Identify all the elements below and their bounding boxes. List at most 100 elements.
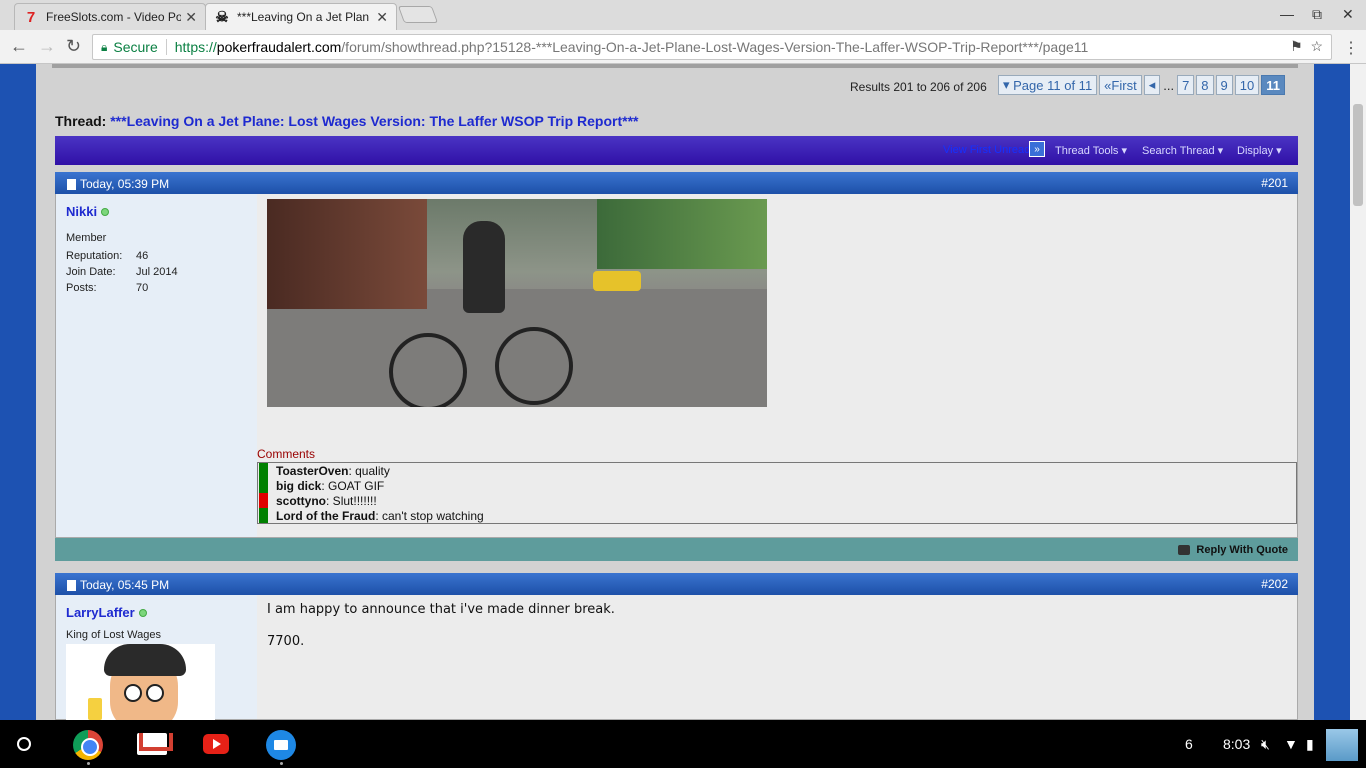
address-bar[interactable]: 🔒︎ Secure https:// pokerfraudalert.com /… [92, 34, 1332, 60]
thread-tools-bar: View First Unread » Thread Tools ▾ Searc… [55, 136, 1298, 165]
post-text: I am happy to announce that i've made di… [267, 602, 615, 617]
reply-with-quote-button[interactable]: Reply With Quote [1178, 544, 1288, 556]
current-page: 11 [1261, 75, 1285, 95]
avatar [66, 644, 215, 720]
page-link-9[interactable]: 9 [1215, 75, 1233, 95]
post-number-link[interactable]: #201 [1261, 176, 1288, 190]
post-icon [67, 579, 76, 591]
post-date: Today, 05:45 PM [67, 578, 169, 592]
bookmark-star-icon[interactable]: ⚑ ☆ [1290, 38, 1323, 55]
comment-item: ToasterOven: quality [258, 463, 1296, 478]
user-info: Nikki Member Reputation: 46 Join Date: Jul… [56, 194, 257, 537]
post-date: Today, 05:39 PM [67, 177, 169, 191]
first-page-link[interactable]: «First [1099, 75, 1142, 95]
close-window-icon[interactable]: ✕ [1342, 6, 1354, 23]
tab-title: ***Leaving On a Jet Plan [237, 10, 370, 24]
user-stat: Reputation: 46 [66, 250, 149, 262]
clock[interactable]: 8:03 [1223, 736, 1250, 752]
tab-thread[interactable]: ☠ ***Leaving On a Jet Plan ✕ [205, 3, 397, 30]
post-body: Nikki Member Reputation: 46 Join Date: Jul… [55, 194, 1298, 538]
post-text: 7700. [267, 634, 305, 649]
thread-tools-menu[interactable]: Thread Tools ▾ [1055, 144, 1127, 157]
next-unread-icon[interactable]: » [1029, 141, 1045, 157]
username-link[interactable]: LarryLaffer [66, 605, 147, 620]
close-icon[interactable]: ✕ [185, 9, 197, 26]
youtube-icon[interactable] [203, 734, 229, 754]
prev-page-link[interactable]: ◂ [1143, 75, 1161, 95]
page-link-10[interactable]: 10 [1234, 75, 1260, 95]
page-scrollbar[interactable] [1350, 64, 1366, 720]
user-title: Member [66, 232, 107, 244]
thread-prefix: Thread: [55, 113, 107, 129]
notification-count[interactable]: 6 [1185, 736, 1193, 752]
wifi-icon[interactable]: ▼ [1284, 736, 1298, 752]
page-link-8[interactable]: 8 [1196, 75, 1214, 95]
cyclist-gif-image [267, 199, 767, 407]
user-info: LarryLaffer King of Lost Wages [56, 595, 257, 720]
launcher-icon[interactable] [17, 737, 31, 751]
page-dropdown[interactable]: ▾ Page 11 of 11 [998, 75, 1098, 95]
thread-title-link[interactable]: ***Leaving On a Jet Plane: Lost Wages Ve… [110, 113, 638, 129]
forward-icon[interactable]: → [38, 36, 56, 57]
reload-icon[interactable]: ↻ [66, 36, 81, 57]
pager-ellipsis: ... [1163, 77, 1175, 93]
divider [52, 64, 1298, 68]
running-indicator [280, 762, 283, 765]
user-avatar[interactable] [1326, 729, 1358, 761]
maximize-icon[interactable]: ⧉ [1312, 6, 1322, 23]
gmail-icon[interactable] [137, 733, 173, 755]
comments-list: ToasterOven: quality big dick: GOAT GIF … [257, 462, 1297, 524]
forum-content: Results 201 to 206 of 206 ▾ Page 11 of 1… [36, 64, 1314, 720]
back-icon[interactable]: ← [10, 36, 28, 57]
slot-seven-icon: 7 [26, 8, 36, 26]
online-status-icon [101, 207, 110, 216]
comment-item: big dick: GOAT GIF [258, 478, 1296, 493]
skull-icon: ☠ [215, 9, 229, 26]
menu-icon[interactable]: ⋮ [1343, 38, 1359, 58]
os-shelf: 6 8:03 🔇︎ ▼ ▮ [0, 720, 1366, 768]
files-icon[interactable] [266, 730, 296, 760]
pagination: ▾ Page 11 of 11 «First ◂ ... 7 8 9 10 11 [998, 75, 1285, 95]
url-scheme: https:// [174, 39, 217, 55]
comment-item: Lord of the Fraud: can't stop watching [258, 508, 1296, 523]
results-count: Results 201 to 206 of 206 [850, 80, 987, 94]
comment-user: scottyno [276, 494, 327, 508]
chrome-icon[interactable] [73, 730, 103, 760]
comment-user: big dick [276, 479, 322, 493]
scrollbar-thumb[interactable] [1353, 104, 1363, 206]
url-host: pokerfraudalert.com [216, 39, 342, 55]
comment-user: Lord of the Fraud [276, 509, 376, 523]
browser-toolbar: ← → ↻ 🔒︎ Secure https:// pokerfraudalert… [0, 30, 1366, 64]
comment-item: scottyno: Slut!!!!!!! [258, 493, 1296, 508]
comment-user: ToasterOven [276, 464, 349, 478]
secure-label: Secure [113, 39, 158, 55]
dropdown-triangle-icon: ▾ [1003, 77, 1014, 92]
user-title: King of Lost Wages [66, 629, 161, 641]
thread-heading: Thread: ***Leaving On a Jet Plane: Lost … [55, 113, 638, 129]
browser-tab-bar: 7 FreeSlots.com - Video Po ✕ ☠ ***Leavin… [0, 0, 1366, 30]
post-number-link[interactable]: #202 [1261, 577, 1288, 591]
minimize-icon[interactable]: — [1280, 6, 1294, 22]
post-header: Today, 05:45 PM #202 [55, 573, 1298, 595]
mute-icon[interactable]: 🔇︎ [1261, 736, 1270, 753]
user-stat: Join Date: Jul 2014 [66, 266, 178, 278]
comment-text: : Slut!!!!!!! [326, 494, 377, 508]
battery-icon[interactable]: ▮ [1306, 736, 1314, 753]
tab-freeslots[interactable]: 7 FreeSlots.com - Video Po ✕ [14, 3, 206, 30]
post-body: LarryLaffer King of Lost Wages I am happ… [55, 595, 1298, 720]
view-first-unread-link[interactable]: View First Unread [943, 144, 1030, 156]
display-menu[interactable]: Display ▾ [1237, 144, 1282, 157]
new-tab-button[interactable] [397, 6, 439, 23]
quote-icon [1178, 545, 1191, 555]
left-arrow-icon: ◂ [1148, 77, 1156, 92]
double-left-icon: « [1104, 77, 1112, 93]
tab-title: FreeSlots.com - Video Po [46, 10, 182, 24]
page-link-7[interactable]: 7 [1177, 75, 1195, 95]
post-icon [67, 178, 76, 190]
search-thread-menu[interactable]: Search Thread ▾ [1142, 144, 1223, 157]
username-link[interactable]: Nikki [66, 204, 110, 219]
close-icon[interactable]: ✕ [376, 9, 388, 26]
comment-text: : GOAT GIF [321, 479, 385, 493]
page-viewport: Results 201 to 206 of 206 ▾ Page 11 of 1… [0, 64, 1350, 720]
lock-icon: 🔒︎ [101, 39, 108, 54]
